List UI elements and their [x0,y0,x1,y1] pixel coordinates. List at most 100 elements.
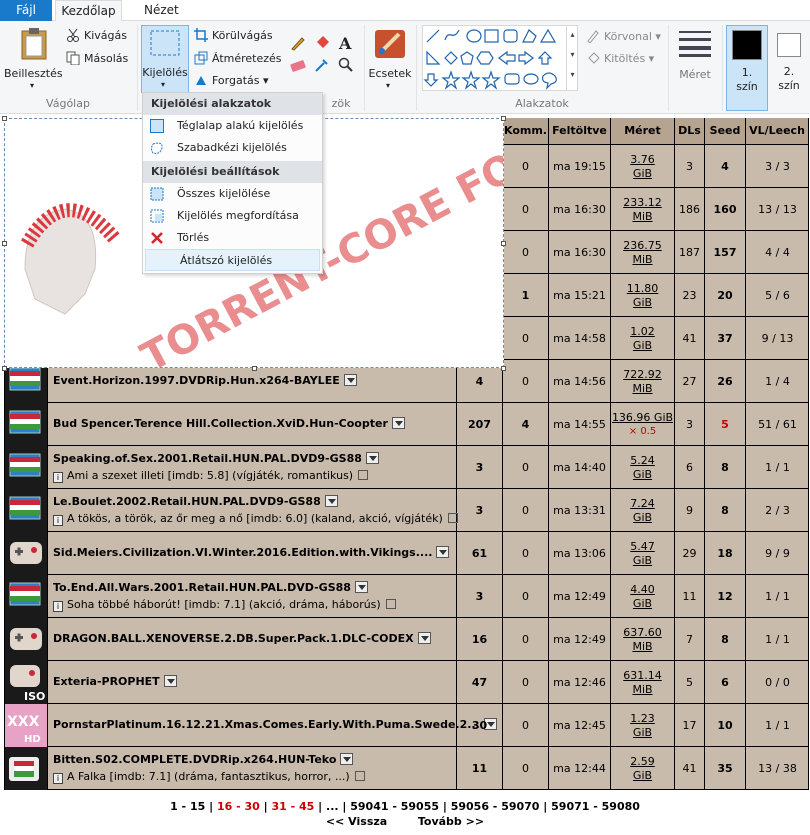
seed-count[interactable]: 10 [705,704,746,747]
fill-button[interactable]: Kitöltés ▾ [604,52,654,65]
menu-item-delete[interactable]: Törlés [143,227,322,249]
seed-count[interactable]: 8 [705,489,746,532]
paste-button[interactable]: Beillesztés ▾ [4,25,63,93]
page-link[interactable]: 59041 - 59055 [350,800,439,813]
comments-count[interactable]: 4 [503,403,549,446]
seed-count[interactable]: 5 [705,403,746,446]
text-tool-icon[interactable]: A [339,34,351,53]
torrent-title-link[interactable]: Bud Spencer.Terence Hill.Collection.XviD… [53,417,405,430]
resize-button[interactable]: Átméretezés [212,52,282,65]
resize-handle[interactable] [2,366,7,371]
torrent-title-link[interactable]: Event.Horizon.1997.DVDRip.Hun.x264-BAYLE… [53,374,357,387]
shapes-gallery[interactable] [422,25,578,91]
table-header-size[interactable]: Méret [611,118,675,145]
menu-item-rect-select[interactable]: Téglalap alakú kijelölés [143,115,322,137]
expand-details-icon[interactable] [354,581,368,593]
comments-count[interactable]: 0 [503,231,549,274]
cut-button[interactable]: Kivágás [84,29,127,42]
expand-details-icon[interactable] [163,675,177,687]
category-cell[interactable] [4,618,48,661]
table-header-seed[interactable]: Seed [705,118,746,145]
brushes-button[interactable]: Ecsetek ▾ [368,25,412,93]
fill-bucket-icon[interactable] [314,34,332,50]
crop-button[interactable]: Körülvágás [212,29,273,42]
comments-count[interactable]: 0 [503,661,549,704]
torrent-title-link[interactable]: Sid.Meiers.Civilization.VI.Winter.2016.E… [53,546,450,559]
comments-count[interactable]: 0 [503,704,549,747]
seed-count[interactable]: 18 [705,532,746,575]
rotate-button[interactable]: Forgatás ▾ [212,74,269,87]
resize-handle[interactable] [2,116,7,121]
comments-count[interactable]: 1 [503,274,549,317]
comments-count[interactable]: 0 [503,747,549,790]
expand-details-icon[interactable] [365,452,379,464]
resize-handle[interactable] [252,366,257,371]
seed-count[interactable]: 20 [705,274,746,317]
category-cell[interactable] [4,446,48,489]
torrent-title-link[interactable]: PornstarPlatinum.16.12.21.Xmas.Comes.Ear… [53,718,497,731]
seed-count[interactable]: 8 [705,446,746,489]
leech-count[interactable]: 1 / 1 [746,704,809,747]
comments-count[interactable]: 0 [503,360,549,403]
prev-page-link[interactable]: << Vissza [326,815,387,828]
comments-count[interactable]: 0 [503,489,549,532]
leech-count[interactable]: 5 / 6 [746,274,809,317]
expand-details-icon[interactable] [340,753,354,765]
resize-handle[interactable] [501,241,506,246]
torrent-title-link[interactable]: Bitten.S02.COMPLETE.DVDRip.x264.HUN-Teko [53,753,354,766]
table-header-dls[interactable]: DLs [675,118,705,145]
resize-handle[interactable] [501,366,506,371]
leech-count[interactable]: 1 / 1 [746,618,809,661]
table-header-leech[interactable]: VL/Leech [746,118,809,145]
comments-count[interactable]: 0 [503,145,549,188]
leech-count[interactable]: 13 / 13 [746,188,809,231]
seed-count[interactable]: 157 [705,231,746,274]
seed-count[interactable]: 8 [705,618,746,661]
category-cell[interactable] [4,489,48,532]
comments-count[interactable]: 0 [503,618,549,661]
seed-count[interactable]: 35 [705,747,746,790]
seed-count[interactable]: 160 [705,188,746,231]
category-cell[interactable] [4,575,48,618]
pencil-icon[interactable] [290,35,306,51]
leech-count[interactable]: 1 / 1 [746,446,809,489]
seed-count[interactable]: 37 [705,317,746,360]
external-link-icon[interactable] [354,771,365,781]
leech-count[interactable]: 9 / 13 [746,317,809,360]
color-picker-icon[interactable] [314,57,330,73]
menu-item-free-select[interactable]: Szabadkézi kijelölés [143,137,322,159]
external-link-icon[interactable] [385,599,396,609]
torrent-title-link[interactable]: DRAGON.BALL.XENOVERSE.2.DB.Super.Pack.1.… [53,632,431,645]
menu-item-transparent[interactable]: Átlátszó kijelölés [145,249,320,271]
eraser-icon[interactable] [290,59,306,73]
comments-count[interactable]: 0 [503,575,549,618]
leech-count[interactable]: 1 / 1 [746,575,809,618]
seed-count[interactable]: 12 [705,575,746,618]
leech-count[interactable]: 0 / 0 [746,661,809,704]
color2-button[interactable]: 2. szín [772,25,808,111]
select-button[interactable]: Kijelölés ▾ [141,25,189,93]
leech-count[interactable]: 3 / 3 [746,145,809,188]
torrent-title-link[interactable]: Le.Boulet.2002.Retail.HUN.PAL.DVD9-GS88 [53,495,338,508]
seed-count[interactable]: 6 [705,661,746,704]
comments-count[interactable]: 0 [503,317,549,360]
expand-details-icon[interactable] [324,495,338,507]
size-button[interactable]: Méret [672,25,718,93]
expand-details-icon[interactable] [343,374,357,386]
page-link[interactable]: 59056 - 59070 [451,800,540,813]
menu-item-select-all[interactable]: Összes kijelölése [143,183,322,205]
shapes-scroll[interactable]: ▴ ▾ ▾ [566,25,578,91]
color1-button[interactable]: 1. szín [726,25,768,111]
external-link-icon[interactable] [358,470,369,480]
category-cell[interactable] [4,532,48,575]
magnifier-icon[interactable] [338,57,354,73]
table-header-comments[interactable]: Komm. [503,118,549,145]
tab-home[interactable]: Kezdőlap [55,0,122,22]
seed-count[interactable]: 4 [705,145,746,188]
expand-details-icon[interactable] [391,417,405,429]
category-cell[interactable]: XXX HD [4,704,48,747]
comments-count[interactable]: 0 [503,532,549,575]
torrent-title-link[interactable]: To.End.All.Wars.2001.Retail.HUN.PAL.DVD-… [53,581,368,594]
leech-count[interactable]: 2 / 3 [746,489,809,532]
page-link[interactable]: 59071 - 59080 [551,800,640,813]
